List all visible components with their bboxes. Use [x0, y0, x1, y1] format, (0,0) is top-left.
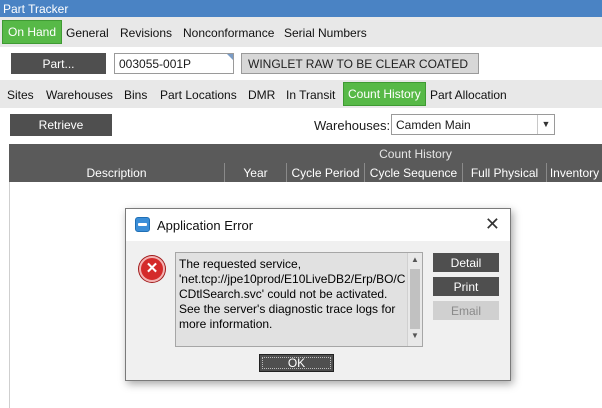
error-message-text: The requested service, 'net.tcp://jpe10p…	[179, 257, 406, 331]
warehouse-select-value: Camden Main	[396, 118, 471, 132]
tab-in-transit[interactable]: In Transit	[286, 80, 335, 108]
application-error-dialog: Application Error ✕ ✕ The requested serv…	[125, 208, 511, 381]
tab-sites[interactable]: Sites	[7, 80, 34, 108]
tab-serial-numbers[interactable]: Serial Numbers	[284, 17, 367, 47]
part-button[interactable]: Part...	[11, 53, 106, 74]
print-button[interactable]: Print	[433, 277, 499, 296]
tab-dmr[interactable]: DMR	[248, 80, 275, 108]
message-scrollbar[interactable]: ▲ ▼	[407, 253, 422, 346]
chevron-down-icon[interactable]: ▼	[537, 115, 554, 134]
tab-general[interactable]: General	[66, 17, 109, 47]
grid-header-row: Description Year Cycle Period Cycle Sequ…	[9, 163, 602, 182]
close-icon[interactable]: ✕	[485, 214, 500, 234]
tab-part-allocation[interactable]: Part Allocation	[430, 80, 507, 108]
tab-on-hand[interactable]: On Hand	[2, 20, 63, 44]
dialog-title-bar[interactable]: Application Error ✕	[126, 209, 510, 241]
error-x-icon: ✕	[139, 256, 165, 282]
tab-count-history[interactable]: Count History	[343, 82, 426, 106]
window-title: Part Tracker	[0, 0, 602, 17]
warehouse-select[interactable]: Camden Main ▼	[391, 114, 555, 135]
tab-bins[interactable]: Bins	[124, 80, 147, 108]
ok-button[interactable]: OK	[259, 354, 334, 372]
dialog-title: Application Error	[157, 218, 254, 233]
scroll-up-icon[interactable]: ▲	[408, 255, 422, 268]
sub-tab-bar: Sites Warehouses Bins Part Locations DMR…	[0, 80, 602, 108]
main-tab-bar: On Hand General Revisions Nonconformance…	[0, 17, 602, 47]
grid-group-header: Count History	[9, 144, 602, 163]
field-corner-marker-icon	[227, 54, 233, 60]
toolbar: Retrieve Warehouses: Camden Main ▼	[0, 108, 602, 142]
tab-warehouses[interactable]: Warehouses	[46, 80, 113, 108]
column-header-year[interactable]: Year	[225, 163, 287, 182]
focus-ring	[262, 357, 331, 369]
detail-button[interactable]: Detail	[433, 253, 499, 272]
scrollbar-thumb[interactable]	[410, 269, 420, 329]
error-message-box[interactable]: The requested service, 'net.tcp://jpe10p…	[175, 252, 423, 347]
tab-revisions[interactable]: Revisions	[120, 17, 172, 47]
column-header-full-physical[interactable]: Full Physical	[463, 163, 547, 182]
email-button: Email	[433, 301, 499, 320]
tab-part-locations[interactable]: Part Locations	[160, 80, 237, 108]
part-description-field: WINGLET RAW TO BE CLEAR COATED	[241, 53, 479, 74]
part-row: Part... 003055-001P WINGLET RAW TO BE CL…	[0, 47, 602, 80]
column-header-cycle-sequence[interactable]: Cycle Sequence	[365, 163, 463, 182]
tab-nonconformance[interactable]: Nonconformance	[183, 17, 274, 47]
column-header-cycle-period[interactable]: Cycle Period	[287, 163, 365, 182]
column-header-inventory[interactable]: Inventory	[547, 163, 602, 182]
part-number-value: 003055-001P	[119, 57, 192, 71]
app-window-icon	[135, 217, 150, 232]
scroll-down-icon[interactable]: ▼	[408, 331, 422, 344]
warehouses-label: Warehouses:	[314, 118, 391, 133]
column-header-description[interactable]: Description	[9, 163, 225, 182]
retrieve-button[interactable]: Retrieve	[10, 114, 112, 136]
part-number-field[interactable]: 003055-001P	[114, 53, 234, 74]
